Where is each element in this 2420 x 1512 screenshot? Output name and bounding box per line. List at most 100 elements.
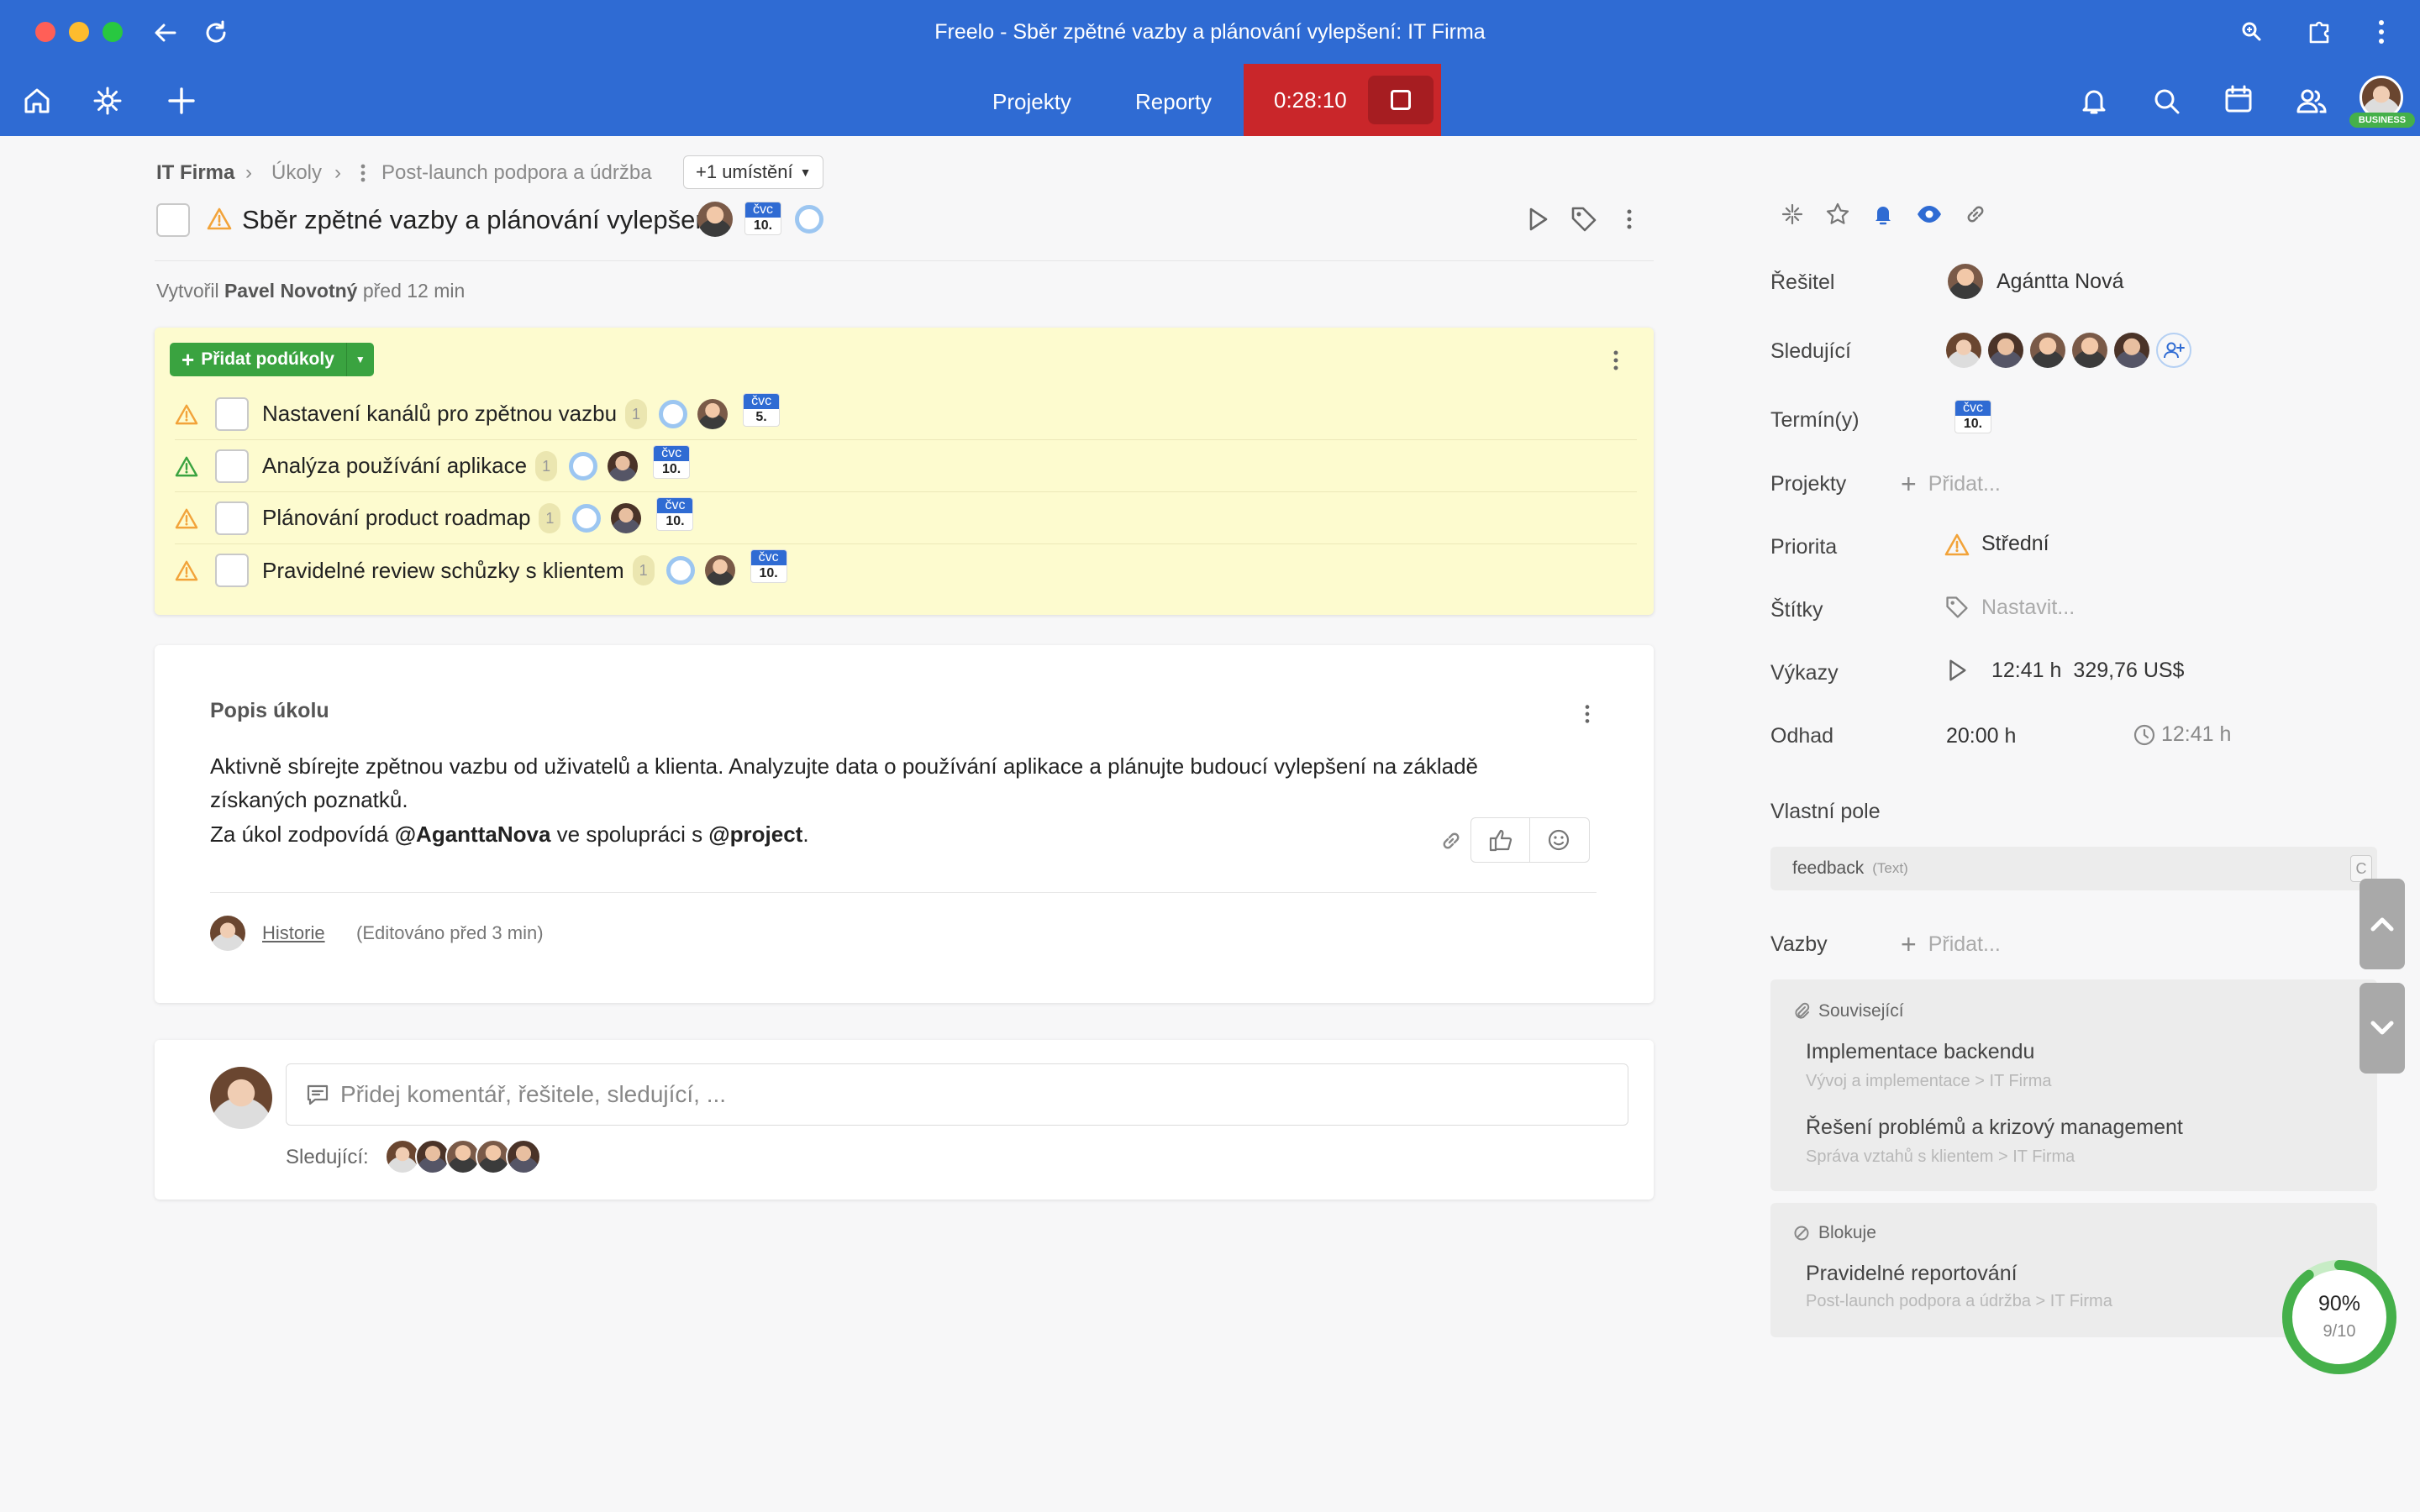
users-icon[interactable] xyxy=(2294,84,2329,118)
assignee-avatar xyxy=(1948,264,1983,299)
related-task-title[interactable]: Implementace backendu xyxy=(1806,1040,2034,1064)
star-icon[interactable] xyxy=(1825,202,1850,227)
nav-projects-link[interactable]: Projekty xyxy=(992,89,1071,115)
priority-field[interactable]: Střední xyxy=(1944,532,2049,556)
tags-field[interactable]: Nastavit... xyxy=(1944,595,2075,620)
warning-icon xyxy=(175,507,203,529)
play-icon[interactable] xyxy=(1944,657,1970,684)
progress-ring-icon[interactable] xyxy=(569,451,598,480)
priority-label: Priorita xyxy=(1770,535,1838,559)
timer-stop-button[interactable] xyxy=(1368,76,1434,124)
zoom-icon[interactable] xyxy=(2238,18,2265,45)
subtask-date-badge[interactable]: čvc 10. xyxy=(653,444,691,479)
progress-ring-icon[interactable] xyxy=(659,399,688,428)
follower-avatar[interactable] xyxy=(506,1139,541,1174)
related-header-label: Související xyxy=(1818,1001,1904,1021)
custom-fields-label: Vlastní pole xyxy=(1770,800,1881,823)
comment-input[interactable]: Přidej komentář, řešitele, sledující, ..… xyxy=(286,1063,1628,1126)
subtask-row[interactable]: Nastavení kanálů pro zpětnou vazbu 1 čvc… xyxy=(175,388,1637,440)
follower-avatar[interactable] xyxy=(1946,333,1981,368)
subtask-date-badge[interactable]: čvc 5. xyxy=(743,392,781,427)
date-month: čvc xyxy=(657,497,693,513)
blocked-path-project: Post-launch podpora a údržba xyxy=(1806,1292,2031,1310)
drag-handle-icon[interactable] xyxy=(360,163,366,183)
relations-add[interactable]: + Přidat... xyxy=(1901,929,2001,960)
breadcrumb-tasks[interactable]: Úkoly xyxy=(271,161,322,185)
description-text: ve spolupráci s xyxy=(550,822,709,847)
plus-icon[interactable] xyxy=(165,84,198,118)
subtask-row[interactable]: Plánování product roadmap 1 čvc 10. xyxy=(175,492,1637,544)
kebab-menu-icon[interactable] xyxy=(2376,17,2386,47)
subtask-label[interactable]: Nastavení kanálů pro zpětnou vazbu xyxy=(262,401,617,427)
link-icon[interactable] xyxy=(1439,828,1464,853)
home-icon[interactable] xyxy=(20,84,54,118)
subtask-checkbox[interactable] xyxy=(215,449,249,483)
follower-avatar[interactable] xyxy=(2114,333,2149,368)
description-kebab-icon[interactable] xyxy=(1583,702,1591,726)
assignee-field[interactable]: Agántta Nová xyxy=(1948,264,2124,299)
subtask-assignee-avatar[interactable] xyxy=(697,398,729,429)
subtask-label[interactable]: Pravidelné review schůzky s klientem xyxy=(262,558,624,584)
search-icon[interactable] xyxy=(2149,84,2183,118)
subtask-row[interactable]: Analýza používání aplikace 1 čvc 10. xyxy=(175,440,1637,492)
due-date-badge[interactable]: čvc 10. xyxy=(1954,400,1991,433)
extensions-icon[interactable] xyxy=(2304,17,2334,47)
history-link[interactable]: Historie xyxy=(262,922,325,944)
related-task-title[interactable]: Řešení problémů a krizový management xyxy=(1806,1116,2183,1140)
custom-field-feedback[interactable]: feedback (Text) C xyxy=(1770,847,2377,890)
scroll-down-button[interactable] xyxy=(2360,983,2405,1074)
due-date-badge[interactable]: čvc 10. xyxy=(744,202,781,235)
subtask-checkbox[interactable] xyxy=(215,396,249,431)
subtask-date-badge[interactable]: čvc 10. xyxy=(656,496,694,531)
more-locations-dropdown[interactable]: +1 umístění ▼ xyxy=(683,155,824,189)
add-subtasks-button[interactable]: + Přidat podúkoly ▼ xyxy=(170,343,374,376)
progress-ring-icon[interactable] xyxy=(795,205,823,234)
subtask-row[interactable]: Pravidelné review schůzky s klientem 1 č… xyxy=(175,544,1637,596)
emoji-add-icon[interactable] xyxy=(1530,827,1589,853)
follower-avatar[interactable] xyxy=(1988,333,2023,368)
projects-add[interactable]: + Přidat... xyxy=(1901,469,2001,500)
subtask-checkbox[interactable] xyxy=(215,501,249,535)
settings-gear-icon[interactable] xyxy=(91,84,124,118)
project-mention[interactable]: @project xyxy=(708,822,802,847)
sparkle-icon[interactable] xyxy=(1780,202,1805,227)
task-title[interactable]: Sběr zpětné vazby a plánování vylepšení xyxy=(242,205,717,235)
bell-icon[interactable] xyxy=(1870,202,1896,227)
subtask-label[interactable]: Analýza používání aplikace xyxy=(262,453,527,479)
subtask-assignee-avatar[interactable] xyxy=(608,450,639,481)
notifications-bell-icon[interactable] xyxy=(2077,84,2111,118)
task-complete-checkbox[interactable] xyxy=(156,203,190,237)
subtask-assignee-avatar[interactable] xyxy=(704,555,735,585)
follower-avatar[interactable] xyxy=(2072,333,2107,368)
subtask-label[interactable]: Plánování product roadmap xyxy=(262,505,530,531)
subtask-checkbox[interactable] xyxy=(215,554,249,587)
subtask-assignee-avatar[interactable] xyxy=(611,502,642,533)
caret-down-icon[interactable]: ▼ xyxy=(345,343,374,376)
tag-icon[interactable] xyxy=(1570,205,1598,234)
user-mention[interactable]: @AganttaNova xyxy=(395,822,551,847)
blocked-task-title[interactable]: Pravidelné reportování xyxy=(1806,1262,2018,1286)
breadcrumb-list[interactable]: Post-launch podpora a údržba xyxy=(381,161,652,185)
eye-icon[interactable] xyxy=(1916,202,1943,227)
subtask-date-badge[interactable]: čvc 10. xyxy=(750,549,787,583)
scroll-up-button[interactable] xyxy=(2360,879,2405,969)
assignee-avatar[interactable] xyxy=(697,202,733,237)
related-task-path: Správa vztahů s klientem > IT Firma xyxy=(1806,1147,2075,1167)
nav-reports-link[interactable]: Reporty xyxy=(1135,89,1212,115)
estimate-spent: 12:41 h xyxy=(2133,722,2231,747)
follower-avatar[interactable] xyxy=(2030,333,2065,368)
calendar-icon[interactable] xyxy=(2222,82,2255,116)
progress-ring-icon[interactable] xyxy=(572,503,602,533)
add-follower-icon[interactable] xyxy=(2156,333,2191,368)
task-kebab-icon[interactable] xyxy=(1625,207,1634,232)
reports-field[interactable]: 12:41 h 329,76 US$ xyxy=(1944,657,2184,684)
subtasks-kebab-icon[interactable] xyxy=(1612,348,1620,373)
link-icon[interactable] xyxy=(1963,202,1988,227)
progress-donut[interactable]: 90% 9/10 xyxy=(2277,1255,2402,1379)
estimate-value[interactable]: 20:00 h xyxy=(1946,724,2016,748)
progress-ring-icon[interactable] xyxy=(666,556,695,585)
date-day: 10. xyxy=(661,461,681,476)
breadcrumb-company[interactable]: IT Firma xyxy=(156,161,234,185)
thumbs-up-icon[interactable] xyxy=(1471,818,1530,862)
play-icon[interactable] xyxy=(1524,205,1551,234)
